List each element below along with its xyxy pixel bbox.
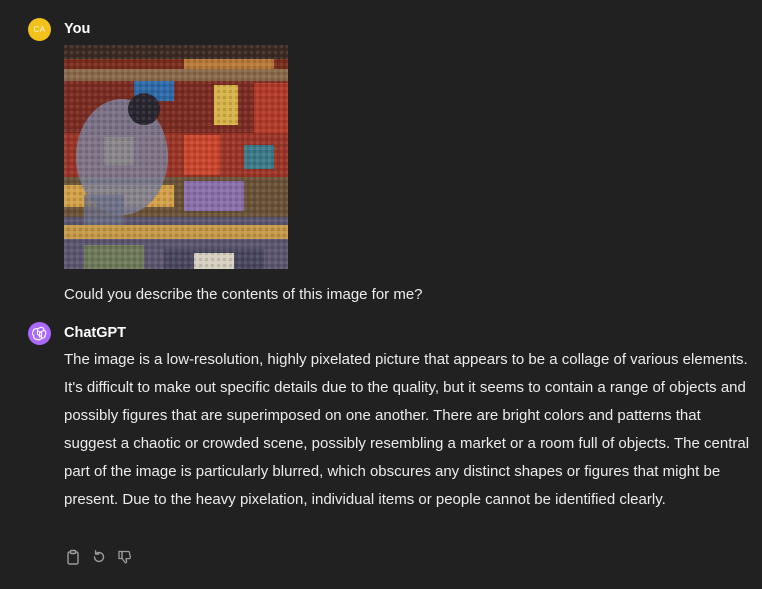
regenerate-button[interactable] xyxy=(90,548,108,566)
assistant-message-text: The image is a low-resolution, highly pi… xyxy=(64,351,750,508)
clipboard-icon xyxy=(67,549,79,565)
user-avatar: CA xyxy=(28,18,51,41)
chatgpt-avatar xyxy=(28,322,51,345)
uploaded-image-graphic xyxy=(64,45,288,269)
message-actions xyxy=(64,548,134,566)
openai-logo-icon xyxy=(32,326,47,341)
user-avatar-initials: CA xyxy=(33,25,46,34)
thumbs-down-button[interactable] xyxy=(116,548,134,566)
copy-button[interactable] xyxy=(64,548,82,566)
regenerate-icon xyxy=(93,550,105,563)
thumbs-down-icon xyxy=(118,550,131,564)
user-name: You xyxy=(64,21,91,37)
chat-thread: CA You Could you describe the contents o… xyxy=(0,0,762,589)
assistant-name: ChatGPT xyxy=(64,325,127,341)
uploaded-image[interactable] xyxy=(64,45,288,269)
user-message-text: Could you describe the contents of this … xyxy=(64,286,423,303)
